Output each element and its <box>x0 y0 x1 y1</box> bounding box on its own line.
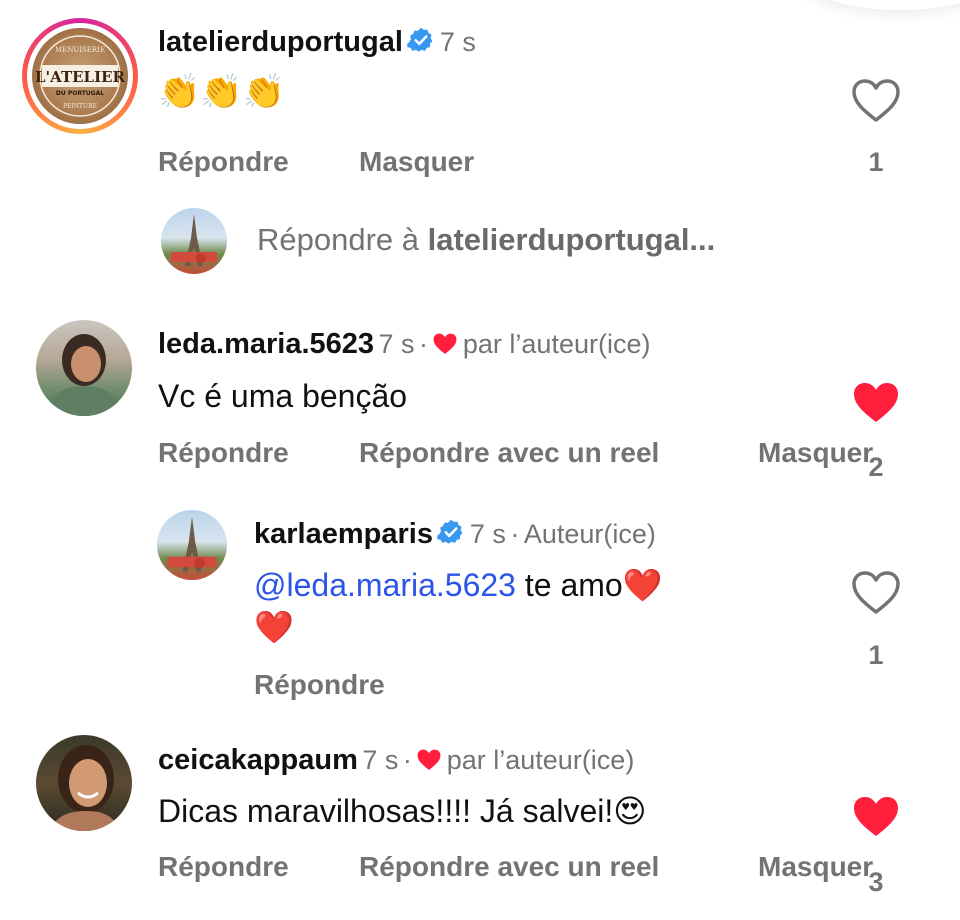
username[interactable]: latelierduportugal <box>158 26 403 58</box>
comment-text-line2: ❤️ <box>254 609 294 645</box>
mention-link[interactable]: @leda.maria.5623 <box>254 567 516 603</box>
reply-prompt-row[interactable]: Répondre à latelierduportugal... <box>0 200 960 280</box>
username[interactable]: karlaemparis <box>254 518 433 550</box>
small-heart-icon <box>417 749 441 770</box>
svg-text:DU PORTUGAL: DU PORTUGAL <box>56 90 104 97</box>
reply-prompt-prefix: Répondre à <box>257 222 428 257</box>
author-liked-label: par l’auteur(ice) <box>462 329 651 359</box>
reply-button[interactable]: Répondre <box>158 146 289 178</box>
meta-separator: · <box>402 745 412 775</box>
comment-time: 7 s <box>439 27 476 57</box>
reply-input[interactable]: Répondre à latelierduportugal... <box>257 222 715 258</box>
like-count: 1 <box>868 640 884 670</box>
reply-button[interactable]: Répondre <box>158 437 289 469</box>
heart-filled-icon[interactable] <box>851 380 901 426</box>
meta-separator: · <box>418 329 428 359</box>
author-liked-label: par l’auteur(ice) <box>446 745 635 775</box>
comment-text-body: te amo❤️ <box>515 567 663 603</box>
eiffel-tower-image <box>171 214 217 266</box>
like-count: 2 <box>868 452 884 482</box>
comment-header: ceicakappaum 7 s · par l’auteur(ice) <box>158 744 634 777</box>
avatar[interactable] <box>157 510 227 580</box>
heart-filled-icon[interactable] <box>851 794 901 840</box>
heart-outline-icon[interactable] <box>851 570 901 616</box>
reply-with-reel-button[interactable]: Répondre avec un reel <box>359 437 659 469</box>
svg-text:MENUISERIE: MENUISERIE <box>55 46 105 54</box>
reply-button[interactable]: Répondre <box>254 669 385 701</box>
reply-button[interactable]: Répondre <box>158 851 289 883</box>
avatar[interactable] <box>36 320 132 416</box>
comment-text: 👏👏👏 <box>158 73 286 111</box>
hide-button[interactable]: Masquer <box>359 146 474 178</box>
avatar[interactable] <box>36 735 132 831</box>
comment-text: Vc é uma benção <box>158 378 408 414</box>
heart-outline-icon[interactable] <box>851 78 901 124</box>
reply-with-reel-button[interactable]: Répondre avec un reel <box>359 851 659 883</box>
like-count: 3 <box>868 867 884 897</box>
comment-leda: leda.maria.5623 7 s · par l’auteur(ice) … <box>0 300 960 490</box>
like-count: 1 <box>868 147 884 177</box>
avatar-current-user <box>161 208 227 274</box>
comment-time: 7 s <box>378 329 415 359</box>
author-badge: Auteur(ice) <box>523 519 656 549</box>
reply-prompt-target: latelierduportugal... <box>427 222 716 257</box>
person-photo <box>50 745 120 831</box>
reply-karlaemparis: karlaemparis 7 s · Auteur(ice) @leda.mar… <box>0 500 960 710</box>
comment-ceicakappaum: ceicakappaum 7 s · par l’auteur(ice) Dic… <box>0 730 960 920</box>
person-photo <box>46 334 122 416</box>
small-heart-icon <box>433 333 457 354</box>
comment-header: leda.maria.5623 7 s · par l’auteur(ice) <box>158 328 650 361</box>
comment-text: Dicas maravilhosas!!!! Já salvei!😍 <box>158 793 647 829</box>
comment-latelierduportugal: MENUISERIE L'ATELIER DU PORTUGAL PEINTUR… <box>0 0 960 190</box>
meta-separator: · <box>510 519 520 549</box>
atelier-logo: MENUISERIE L'ATELIER DU PORTUGAL PEINTUR… <box>35 35 126 117</box>
verified-badge-icon <box>437 519 463 544</box>
svg-text:PEINTURE: PEINTURE <box>63 103 97 110</box>
avatar-story-ring[interactable]: MENUISERIE L'ATELIER DU PORTUGAL PEINTUR… <box>22 18 138 134</box>
username[interactable]: ceicakappaum <box>158 744 358 776</box>
comment-time: 7 s <box>362 745 399 775</box>
username[interactable]: leda.maria.5623 <box>158 328 374 360</box>
avatar: MENUISERIE L'ATELIER DU PORTUGAL PEINTUR… <box>32 28 128 124</box>
comment-header: karlaemparis 7 s · Auteur(ice) <box>254 518 656 551</box>
verified-badge-icon <box>407 27 433 52</box>
comment-header: latelierduportugal 7 s <box>158 26 476 59</box>
comment-text: @leda.maria.5623 te amo❤️ <box>254 566 663 604</box>
svg-text:L'ATELIER: L'ATELIER <box>35 68 126 86</box>
comment-time: 7 s <box>469 519 506 549</box>
eiffel-tower-image <box>167 516 217 572</box>
